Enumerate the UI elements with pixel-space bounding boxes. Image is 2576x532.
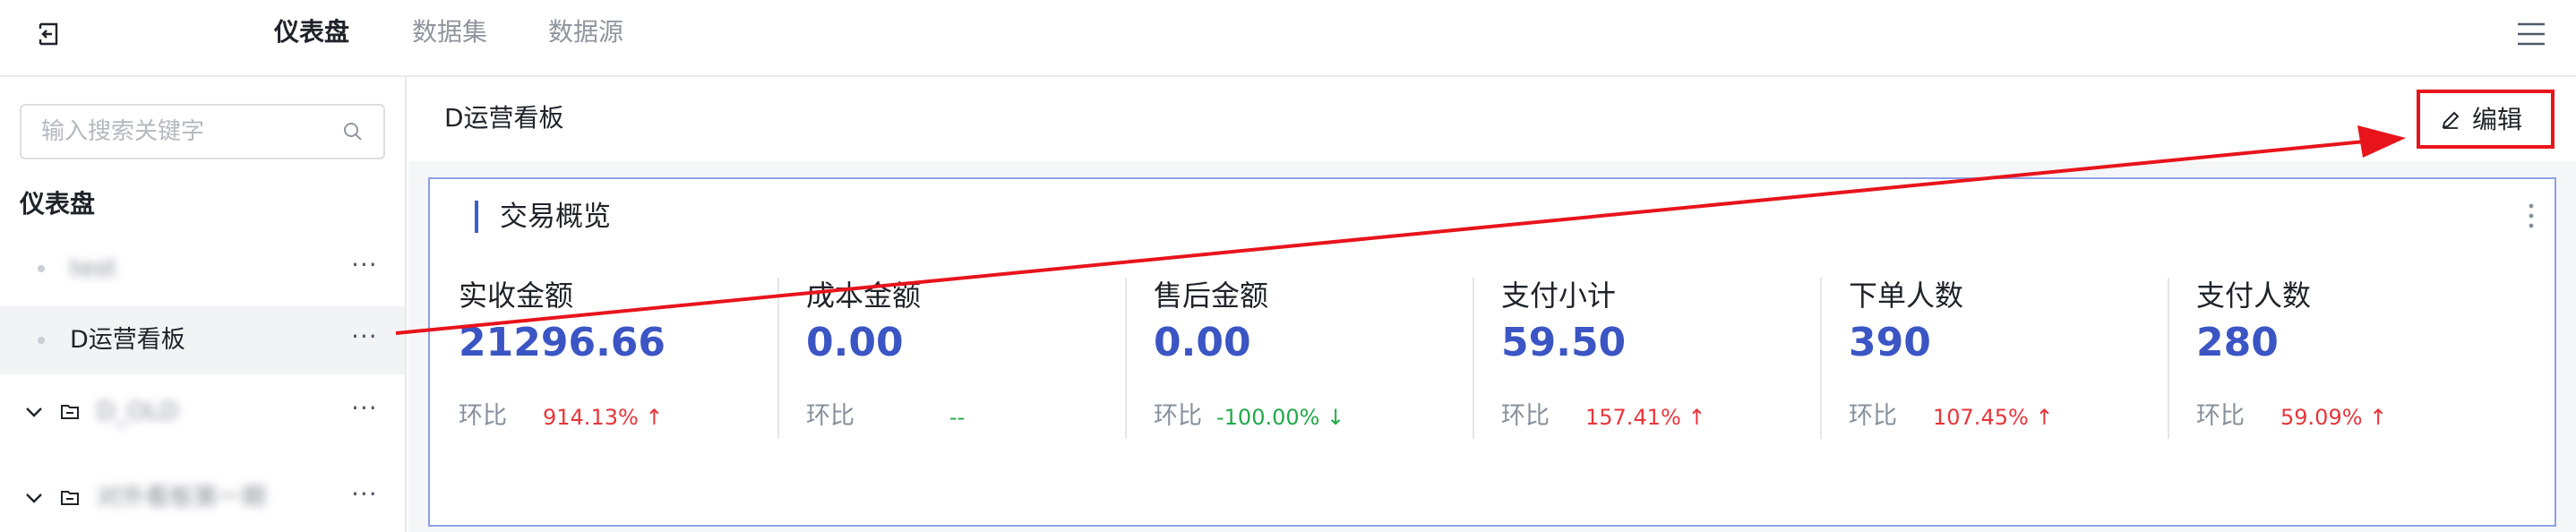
compare-label: 环比	[2196, 402, 2245, 430]
metric-value: 390	[1849, 320, 1931, 365]
search-input[interactable]	[41, 106, 337, 158]
chevron-down-icon[interactable]	[23, 487, 45, 509]
metric-received-amount: 实收金额 21296.66 环比 914.13% ↑	[430, 278, 777, 439]
compare-label: 环比	[1154, 402, 1202, 430]
change-percent: 914.13% ↑	[543, 405, 664, 430]
arrow-up-icon: ↑	[2035, 405, 2054, 430]
metric-name: 售后金额	[1154, 279, 1269, 313]
title-accent-bar	[475, 201, 478, 233]
divider	[2168, 278, 2169, 439]
divider	[1820, 278, 1822, 439]
divider	[1473, 278, 1474, 439]
metric-value: 0.00	[1154, 320, 1251, 365]
bullet-dot	[38, 265, 45, 272]
metric-value: 0.00	[806, 320, 904, 365]
sidebar-item-d-board[interactable]: D运营看板 ···	[0, 306, 405, 374]
sidebar-folder-d-old[interactable]: D_OLD ···	[0, 378, 405, 446]
metric-value: 59.50	[1501, 320, 1627, 365]
sidebar-folder-external[interactable]: 对外看板第一期 ···	[0, 464, 405, 532]
metric-cost-amount: 成本金额 0.00 环比 --	[777, 278, 1125, 439]
chevron-down-icon[interactable]	[23, 401, 45, 423]
arrow-down-icon: ↓	[1327, 405, 1345, 430]
change-percent: 157.41% ↑	[1585, 405, 1706, 430]
metric-paying-users: 支付人数 280 环比 59.09% ↑	[2168, 278, 2515, 439]
compare-label: 环比	[1501, 402, 1550, 430]
sidebar-item-label: D运营看板	[70, 326, 185, 354]
page-title: D运营看板	[444, 103, 564, 133]
edit-button[interactable]: 编辑	[2417, 90, 2555, 149]
metric-value: 280	[2196, 320, 2279, 365]
change-percent: -100.00% ↓	[1216, 405, 1345, 430]
more-icon[interactable]: ···	[351, 249, 378, 281]
metric-name: 实收金额	[459, 279, 574, 313]
edit-button-label: 编辑	[2472, 105, 2523, 134]
metric-order-users: 下单人数 390 环比 107.45% ↑	[1820, 278, 2168, 439]
search-icon	[344, 123, 362, 141]
compare-label: 环比	[1849, 402, 1897, 430]
sidebar-item-label: 对外看板第一期	[97, 484, 266, 511]
top-nav: 仪表盘 数据集 数据源	[0, 0, 2576, 77]
folder-icon	[61, 491, 79, 505]
vertical-more-icon[interactable]	[2528, 202, 2535, 229]
metric-name: 支付人数	[2196, 279, 2312, 313]
tab-datasources[interactable]: 数据源	[548, 16, 623, 48]
bullet-dot	[38, 337, 45, 344]
metric-payment-subtotal: 支付小计 59.50 环比 157.41% ↑	[1473, 278, 1820, 439]
search-box	[20, 104, 385, 159]
divider	[777, 278, 779, 439]
menu-icon[interactable]	[2515, 18, 2547, 50]
sidebar: 仪表盘 test ··· D运营看板 ··· D_OLD ··· 对外看板第一期…	[0, 77, 407, 532]
main-content: D运营看板 编辑 交易概览 实收金额 21296.66 环比 914.13% ↑	[408, 77, 2576, 532]
tab-dashboard[interactable]: 仪表盘	[274, 16, 349, 48]
arrow-up-icon: ↑	[1687, 405, 1706, 430]
pencil-icon	[2442, 111, 2460, 129]
divider	[1125, 278, 1127, 439]
sidebar-item-label: D_OLD	[97, 398, 179, 425]
change-percent: 107.45% ↑	[1933, 405, 2054, 430]
more-icon[interactable]: ···	[351, 321, 378, 353]
compare-label: 环比	[806, 402, 854, 430]
tab-datasets[interactable]: 数据集	[412, 16, 487, 48]
more-icon[interactable]: ···	[351, 392, 378, 425]
metric-name: 成本金额	[806, 279, 922, 313]
arrow-up-icon: ↑	[2369, 405, 2388, 430]
change-percent: 59.09% ↑	[2280, 405, 2388, 430]
compare-label: 环比	[459, 402, 507, 430]
metric-name: 支付小计	[1501, 279, 1617, 313]
metric-name: 下单人数	[1849, 279, 1964, 313]
folder-icon	[61, 405, 79, 419]
board-header: D运营看板 编辑	[408, 77, 2576, 161]
sidebar-item-test[interactable]: test ···	[0, 235, 405, 303]
metric-aftersale-amount: 售后金额 0.00 环比 -100.00% ↓	[1125, 278, 1473, 439]
sidebar-item-label: test	[70, 254, 116, 282]
more-icon[interactable]: ···	[351, 478, 378, 511]
metric-value: 21296.66	[459, 320, 666, 365]
sidebar-section-title: 仪表盘	[20, 189, 96, 219]
arrow-up-icon: ↑	[645, 405, 664, 430]
trade-overview-card: 交易概览 实收金额 21296.66 环比 914.13% ↑ 成本金额 0.0…	[428, 177, 2556, 527]
change-percent: --	[949, 405, 966, 430]
exit-icon[interactable]	[34, 20, 63, 48]
card-title: 交易概览	[500, 201, 611, 233]
